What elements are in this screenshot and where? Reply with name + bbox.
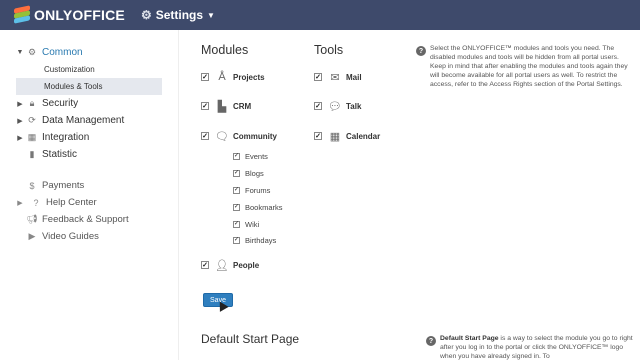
module-label: Projects — [233, 72, 265, 82]
chevron-down-icon: ▼ — [207, 10, 215, 20]
gear-icon: ⚙ — [140, 8, 152, 22]
community-checkbox[interactable]: ✓ — [201, 132, 209, 140]
module-label: People — [233, 260, 260, 270]
talk-icon: 💬︎ — [328, 100, 342, 113]
expand-arrow-icon[interactable]: ▶ — [14, 199, 26, 207]
default-start-help-bold: Default Start Page — [440, 335, 499, 342]
community-item-label: Forums — [245, 186, 271, 195]
sidebar: ▼ ⚙ Common Customization Modules & Tools… — [0, 30, 168, 360]
sidebar-item-modules-tools[interactable]: Modules & Tools — [16, 78, 162, 95]
crm-icon: ▙ — [217, 100, 227, 113]
help-icon: ? — [416, 46, 426, 56]
module-row-people: ✓ 👤︎ People — [201, 259, 260, 272]
megaphone-icon: 📢︎ — [26, 214, 38, 224]
default-start-page-heading: Default Start Page — [201, 332, 300, 346]
forums-checkbox[interactable]: ✓ — [233, 187, 240, 194]
wiki-checkbox[interactable]: ✓ — [233, 221, 240, 228]
community-item-bookmarks: ✓ Bookmarks — [233, 203, 283, 212]
sidebar-link-label: Video Guides — [42, 231, 99, 242]
crm-checkbox[interactable]: ✓ — [201, 102, 209, 110]
tool-row-talk: ✓ 💬︎ Talk — [314, 100, 362, 113]
sidebar-item-label: Security — [42, 98, 79, 109]
expand-arrow-icon[interactable]: ▶ — [14, 100, 26, 108]
community-item-forums: ✓ Forums — [233, 186, 270, 195]
community-item-label: Events — [245, 152, 268, 161]
mail-checkbox[interactable]: ✓ — [314, 73, 322, 81]
tool-label: Calendar — [346, 131, 381, 141]
tools-heading: Tools — [314, 43, 344, 57]
talk-checkbox[interactable]: ✓ — [314, 102, 322, 110]
settings-menu[interactable]: ⚙ Settings ▼ — [141, 8, 215, 22]
module-row-crm: ✓ ▙ CRM — [201, 100, 252, 113]
default-start-help-text: Default Start Page is a way to select th… — [440, 334, 636, 360]
top-bar: ONLYOFFICE ⚙ Settings ▼ — [0, 0, 640, 30]
lock-icon: 🔒︎ — [29, 98, 35, 108]
bar-chart-icon: ▮ — [29, 149, 35, 159]
module-label: CRM — [233, 101, 252, 111]
projects-checkbox[interactable]: ✓ — [201, 73, 209, 81]
events-checkbox[interactable]: ✓ — [233, 153, 240, 160]
community-item-events: ✓ Events — [233, 152, 268, 161]
sidebar-link-feedback-support[interactable]: 📢︎ Feedback & Support — [0, 211, 168, 228]
video-icon: ▶ — [28, 231, 36, 241]
community-icon: 🗨︎ — [215, 130, 229, 143]
sidebar-item-common[interactable]: ▼ ⚙ Common — [0, 44, 168, 61]
sidebar-link-help-center[interactable]: ▶ ? Help Center — [0, 194, 168, 211]
refresh-icon: ⟳ — [28, 115, 36, 125]
community-item-label: Bookmarks — [245, 203, 283, 212]
sidebar-item-label: Statistic — [42, 149, 78, 160]
sidebar-item-integration[interactable]: ▶ ▦ Integration — [0, 129, 168, 146]
tool-label: Mail — [346, 72, 362, 82]
settings-label: Settings — [155, 8, 204, 22]
projects-icon: Å — [218, 71, 226, 83]
main-content: Modules Tools ✓ Å Projects ✓ ▙ CRM ✓ 🗨︎ … — [178, 30, 640, 360]
modules-heading: Modules — [201, 43, 249, 57]
logo-mark-icon — [14, 5, 30, 24]
sidebar-link-label: Help Center — [46, 197, 97, 208]
logo-text: ONLYOFFICE — [34, 7, 125, 23]
calendar-checkbox[interactable]: ✓ — [314, 132, 322, 140]
community-item-blogs: ✓ Blogs — [233, 169, 264, 178]
community-item-label: Wiki — [245, 220, 260, 229]
community-item-birthdays: ✓ Birthdays — [233, 236, 276, 245]
calendar-icon: ▦ — [329, 130, 341, 143]
sidebar-item-statistic[interactable]: ▮ Statistic — [0, 146, 168, 163]
onlyoffice-logo[interactable]: ONLYOFFICE — [14, 5, 125, 24]
sidebar-item-label: Integration — [42, 132, 90, 143]
sidebar-link-video-guides[interactable]: ▶ Video Guides — [0, 228, 168, 245]
people-checkbox[interactable]: ✓ — [201, 261, 209, 269]
sidebar-link-label: Feedback & Support — [42, 214, 129, 225]
tool-label: Talk — [346, 101, 362, 111]
mail-icon: ✉ — [330, 71, 340, 84]
grid-icon: ▦ — [27, 132, 37, 142]
tool-row-calendar: ✓ ▦ Calendar — [314, 130, 381, 143]
community-item-wiki: ✓ Wiki — [233, 220, 259, 229]
people-icon: 👤︎ — [215, 259, 229, 272]
bookmarks-checkbox[interactable]: ✓ — [233, 204, 240, 211]
sidebar-link-label: Payments — [42, 180, 85, 191]
module-row-community: ✓ 🗨︎ Community — [201, 130, 277, 143]
birthdays-checkbox[interactable]: ✓ — [233, 237, 240, 244]
blogs-checkbox[interactable]: ✓ — [233, 170, 240, 177]
community-item-label: Blogs — [245, 169, 264, 178]
module-label: Community — [233, 131, 277, 141]
modules-help-text: Select the ONLYOFFICE™ modules and tools… — [430, 45, 628, 88]
tool-row-mail: ✓ ✉ Mail — [314, 71, 362, 84]
expand-arrow-icon[interactable]: ▶ — [14, 117, 26, 125]
module-row-projects: ✓ Å Projects — [201, 71, 265, 83]
sidebar-item-data-management[interactable]: ▶ ⟳ Data Management — [0, 112, 168, 129]
help-icon: ? — [426, 336, 436, 346]
expand-arrow-icon[interactable]: ▼ — [14, 49, 26, 56]
gear-icon: ⚙ — [27, 47, 37, 57]
question-icon: ? — [33, 197, 39, 208]
dollar-icon: $ — [29, 180, 35, 191]
sidebar-item-security[interactable]: ▶ 🔒︎ Security — [0, 95, 168, 112]
expand-arrow-icon[interactable]: ▶ — [14, 134, 26, 142]
sidebar-link-payments[interactable]: $ Payments — [0, 177, 168, 194]
sidebar-item-label: Common — [42, 47, 83, 58]
sidebar-item-customization[interactable]: Customization — [0, 61, 168, 78]
community-item-label: Birthdays — [245, 236, 277, 245]
sidebar-item-label: Data Management — [42, 115, 125, 126]
